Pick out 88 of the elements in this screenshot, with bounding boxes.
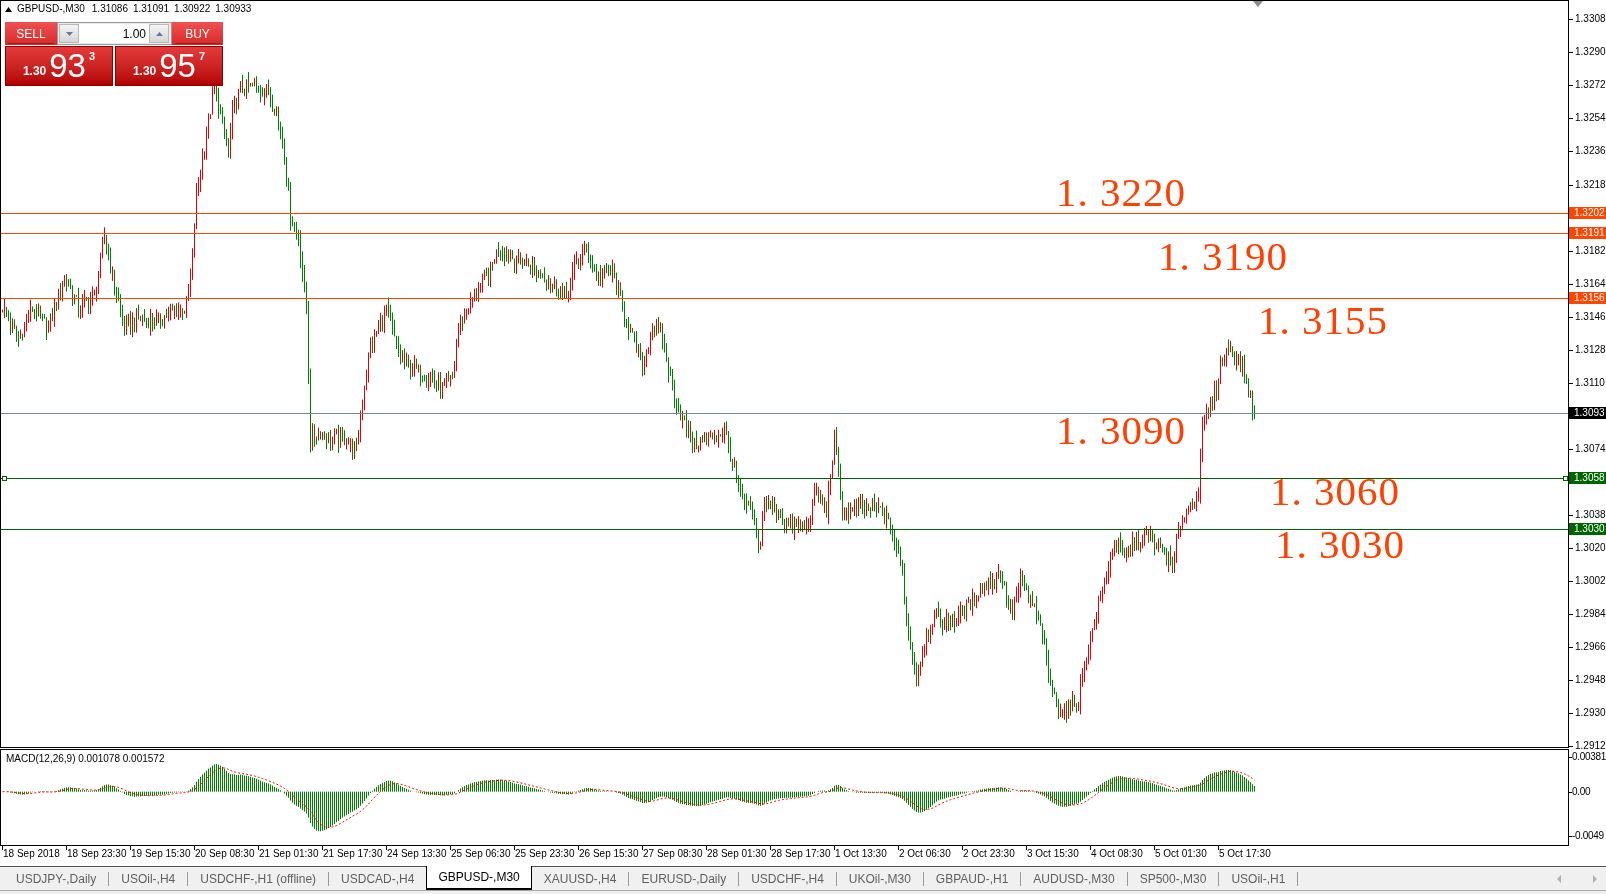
price-axis-label: 1.3182 xyxy=(1575,245,1606,257)
sell-button[interactable]: SELL xyxy=(5,22,57,45)
chart-tab[interactable]: XAUUSD-,H4 xyxy=(531,867,629,890)
chart-text: 1. 3090 xyxy=(1056,409,1186,451)
price-axis-label: 1.3236 xyxy=(1575,145,1606,157)
price-axis-label: 1.3038 xyxy=(1575,509,1606,521)
time-axis-label: 25 Sep 23:30 xyxy=(515,848,575,860)
chart-tab[interactable]: SP500-,M30 xyxy=(1127,867,1219,890)
price-line-label: 1.3156 xyxy=(1569,292,1606,304)
price-axis-label: 1.3290 xyxy=(1575,46,1606,58)
quote-value: 1.31086 xyxy=(91,3,128,15)
quote-value: 1.30922 xyxy=(174,3,211,15)
quote-value: 1.30933 xyxy=(215,3,252,15)
chart-text: 1. 3155 xyxy=(1258,299,1388,341)
down-triangle-icon[interactable] xyxy=(1253,1,1263,7)
price-axis-label: 1.2930 xyxy=(1575,707,1606,719)
indicator-title: MACD(12,26,9) 0.001078 0.001572 xyxy=(6,753,165,765)
time-axis-label: 3 Oct 15:30 xyxy=(1027,848,1079,860)
time-axis-label: 27 Sep 08:30 xyxy=(643,848,703,860)
buy-button[interactable]: BUY xyxy=(172,22,223,45)
price-axis-label: 1.3218 xyxy=(1575,179,1606,191)
price-line-label: 1.3030 xyxy=(1569,523,1606,535)
symbol-label: GBPUSD-,M30 xyxy=(17,3,85,15)
price-line-label: 1.3191 xyxy=(1569,227,1606,239)
chart-tab[interactable]: UKOil-,M30 xyxy=(836,867,923,890)
left-triangle-icon xyxy=(1557,874,1561,883)
spin-up-button[interactable] xyxy=(149,24,169,43)
lot-field[interactable]: 1.00 xyxy=(79,24,149,43)
indicator-axis-label: 0.00381 xyxy=(1572,751,1606,763)
price-axis-label: 1.3074 xyxy=(1575,443,1606,455)
chart-text: 1. 3190 xyxy=(1158,235,1288,277)
price-axis-label: 1.2984 xyxy=(1575,608,1606,620)
price-axis-label: 1.2912 xyxy=(1575,740,1606,752)
chart-tab[interactable]: USDJPY-,Daily xyxy=(4,867,109,890)
time-axis-label: 19 Sep 15:30 xyxy=(131,848,191,860)
time-axis-label: 18 Sep 23:30 xyxy=(67,848,127,860)
time-axis-label: 26 Sep 15:30 xyxy=(579,848,639,860)
chart-tab[interactable]: AUDUSD-,M30 xyxy=(1021,867,1127,890)
price-axis-label: 1.3272 xyxy=(1575,79,1606,91)
price-axis-label: 1.3110 xyxy=(1575,377,1605,389)
chart-tab[interactable]: USDCHF-,H1 (offline) xyxy=(188,867,329,890)
time-axis-label: 24 Sep 13:30 xyxy=(387,848,447,860)
price-axis-label: 1.2966 xyxy=(1575,641,1606,653)
up-triangle-icon[interactable] xyxy=(5,6,12,12)
price-axis-label: 1.3146 xyxy=(1575,311,1606,323)
time-axis-label: 4 Oct 08:30 xyxy=(1091,848,1143,860)
price-axis-label: 1.3020 xyxy=(1575,542,1606,554)
chart-text: 1. 3220 xyxy=(1056,171,1186,213)
caret-down-icon xyxy=(65,31,73,36)
time-axis-label: 28 Sep 17:30 xyxy=(771,848,831,860)
time-axis-label: 25 Sep 06:30 xyxy=(451,848,511,860)
price-axis-label: 1.2948 xyxy=(1575,674,1606,686)
spin-down-button[interactable] xyxy=(59,24,79,43)
price-axis-label: 1.3308 xyxy=(1575,13,1606,25)
time-axis-label: 20 Sep 08:30 xyxy=(195,848,255,860)
time-axis-label: 2 Oct 23:30 xyxy=(963,848,1015,860)
time-axis-label: 28 Sep 01:30 xyxy=(707,848,767,860)
square-handle-icon[interactable] xyxy=(1563,476,1568,481)
price-axis-label: 1.3128 xyxy=(1575,344,1606,356)
bid-price-label: 1.3093 xyxy=(1569,407,1606,419)
chart-tab[interactable]: GBPAUD-,H1 xyxy=(923,867,1021,890)
time-axis-label: 5 Oct 01:30 xyxy=(1155,848,1207,860)
price-axis-label: 1.3002 xyxy=(1575,575,1606,587)
chart-tab[interactable]: USDCHF-,H4 xyxy=(739,867,836,890)
price-axis-label: 1.3164 xyxy=(1575,278,1606,290)
chart-text: 1. 3030 xyxy=(1275,523,1405,565)
square-handle-icon[interactable] xyxy=(2,476,7,481)
right-triangle-icon xyxy=(1593,874,1597,883)
time-axis-label: 5 Oct 17:30 xyxy=(1219,848,1271,860)
chart-tab[interactable]: USOil-,H1 xyxy=(1219,867,1298,890)
lot-spinner[interactable]: 1.00 xyxy=(57,22,172,45)
time-axis-label: 21 Sep 17:30 xyxy=(323,848,383,860)
chart-tab[interactable]: EURUSD-,Daily xyxy=(629,867,739,890)
price-axis-label: 1.3254 xyxy=(1575,112,1606,124)
time-axis-label: 2 Oct 06:30 xyxy=(899,848,951,860)
chart-tab[interactable]: GBPUSD-,M30 xyxy=(426,866,532,890)
time-axis-label: 21 Sep 01:30 xyxy=(259,848,319,860)
time-axis-label: 18 Sep 2018 xyxy=(3,848,60,860)
quote-value: 1.31091 xyxy=(132,3,170,15)
indicator-axis-label: 0.00 xyxy=(1572,786,1591,798)
price-line-label: 1.3058 xyxy=(1569,472,1606,484)
caret-up-icon xyxy=(155,31,163,36)
chart-tab[interactable]: USDCAD-,H4 xyxy=(329,867,427,890)
time-axis-label: 1 Oct 13:30 xyxy=(835,848,887,860)
chart-text: 1. 3060 xyxy=(1270,470,1400,512)
chart-tab[interactable]: USOil-,H4 xyxy=(109,867,188,890)
price-line-label: 1.3202 xyxy=(1569,207,1606,219)
indicator-axis-label: -0.0049 xyxy=(1572,830,1604,842)
